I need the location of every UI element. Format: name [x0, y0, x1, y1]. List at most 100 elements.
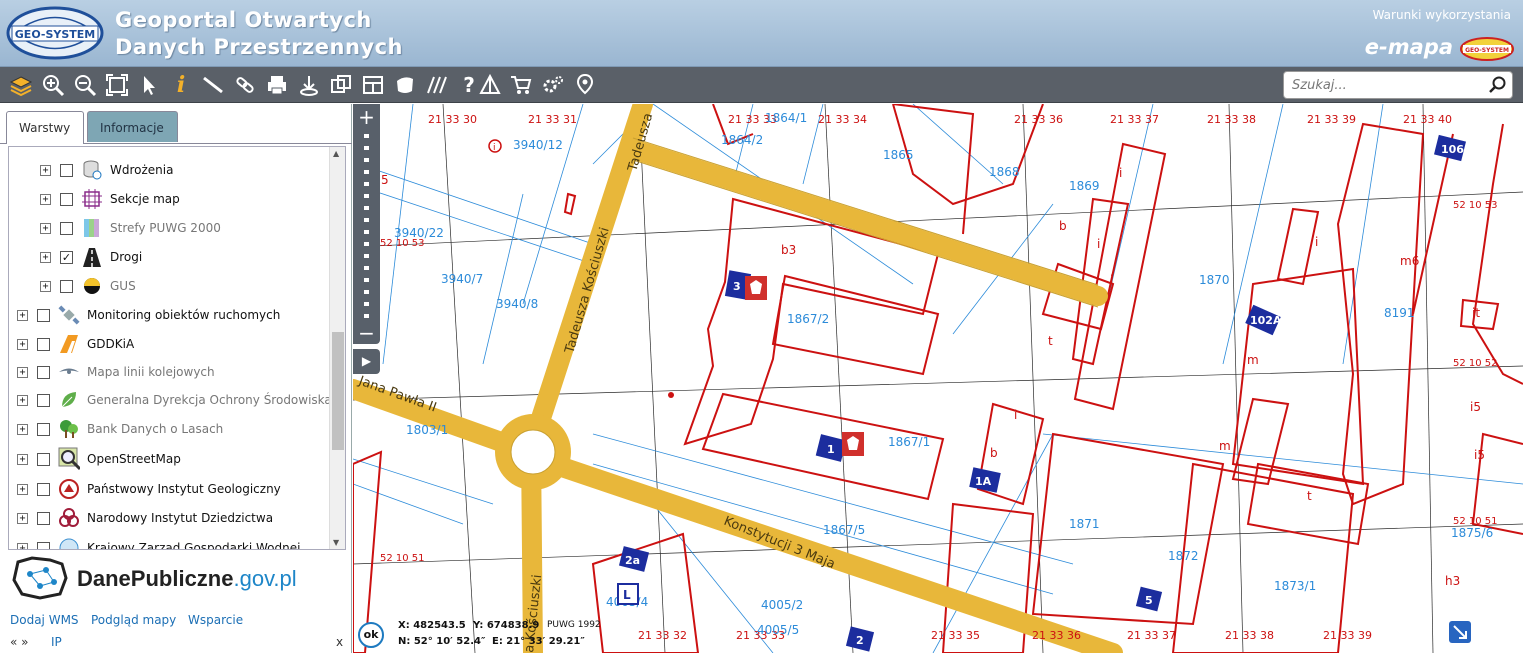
- expand-arrow-icon[interactable]: ▶: [353, 349, 380, 374]
- left-panel: Warstwy Informacje + Wdrożenia + Sekcje …: [0, 104, 352, 653]
- ok-button[interactable]: ok: [358, 622, 384, 648]
- osm-magnifier-icon: [58, 447, 80, 471]
- section-label: 21 33 39: [1323, 629, 1372, 642]
- expand-icon[interactable]: +: [17, 394, 28, 406]
- hatch-icon[interactable]: [423, 71, 451, 99]
- building-label: b: [990, 446, 998, 460]
- pointer-icon[interactable]: [135, 71, 163, 99]
- expand-icon[interactable]: +: [17, 542, 28, 549]
- layer-checkbox[interactable]: [37, 393, 50, 407]
- layer-checkbox[interactable]: [60, 221, 73, 235]
- building-label: m: [1247, 353, 1259, 367]
- zoom-slider[interactable]: [364, 134, 369, 324]
- cart-icon[interactable]: [507, 71, 535, 99]
- zoom-in-button[interactable]: +: [353, 106, 380, 128]
- layer-checkbox[interactable]: [37, 337, 50, 351]
- map-preview-link[interactable]: Podgląd mapy: [91, 613, 176, 627]
- layer-row[interactable]: + Państwowy Instytut Geologiczny: [17, 476, 281, 502]
- grid-sections-icon: [81, 188, 103, 210]
- layer-checkbox[interactable]: [37, 541, 50, 549]
- layer-checkbox[interactable]: [37, 482, 50, 496]
- copy-icon[interactable]: [327, 71, 355, 99]
- map-overview-icon[interactable]: [1449, 621, 1471, 643]
- expand-icon[interactable]: +: [17, 483, 28, 495]
- layer-row[interactable]: + Strefy PUWG 2000: [40, 215, 221, 241]
- settings-icon[interactable]: [539, 71, 567, 99]
- layer-row[interactable]: + Generalna Dyrekcja Ochrony Środowiska: [17, 387, 332, 413]
- layer-checkbox[interactable]: [60, 163, 73, 177]
- expand-icon[interactable]: +: [40, 164, 51, 176]
- link-icon[interactable]: [231, 71, 259, 99]
- layer-row[interactable]: + ✓ Drogi: [40, 244, 142, 270]
- tab-warstwy[interactable]: Warstwy: [6, 111, 84, 144]
- layer-checkbox[interactable]: [37, 452, 50, 466]
- support-link[interactable]: Wsparcie: [188, 613, 243, 627]
- expand-icon[interactable]: +: [40, 251, 51, 263]
- layer-checkbox[interactable]: [37, 308, 50, 322]
- shape-icon[interactable]: [391, 71, 419, 99]
- layer-checkbox[interactable]: ✓: [60, 250, 73, 264]
- print-icon[interactable]: [263, 71, 291, 99]
- layer-row[interactable]: + Wdrożenia: [40, 157, 173, 183]
- zoom-extent-icon[interactable]: [103, 71, 131, 99]
- layer-row[interactable]: + Bank Danych o Lasach: [17, 416, 223, 442]
- download-icon[interactable]: [295, 71, 323, 99]
- cadastral-map: Tadeusza Tadeusza Kościuszki Jana Pawła …: [353, 104, 1523, 653]
- layer-tree-scrollbar[interactable]: ▲ ▼: [329, 147, 345, 549]
- layer-row[interactable]: + GUS: [40, 273, 136, 299]
- zoom-out-icon[interactable]: [71, 71, 99, 99]
- layer-checkbox[interactable]: [37, 365, 50, 379]
- map-canvas[interactable]: Tadeusza Tadeusza Kościuszki Jana Pawła …: [353, 104, 1523, 653]
- poland-map-icon: [12, 556, 68, 600]
- layer-row[interactable]: + Krajowy Zarząd Gospodarki Wodnej: [17, 535, 300, 549]
- danepubliczne-banner[interactable]: DanePubliczne.gov.pl: [10, 554, 344, 604]
- layer-checkbox[interactable]: [37, 422, 50, 436]
- gddkia-icon: [58, 333, 80, 355]
- building-label: b3: [781, 243, 796, 257]
- app-title-line1: Geoportal Otwartych: [115, 8, 372, 32]
- scrollbar-thumb[interactable]: [332, 332, 344, 450]
- parcel-label: 4005/2: [761, 598, 803, 612]
- expand-icon[interactable]: +: [17, 338, 28, 350]
- triangle-icon[interactable]: [476, 71, 504, 99]
- expand-icon[interactable]: +: [17, 453, 28, 465]
- expand-icon[interactable]: +: [17, 366, 28, 378]
- search-icon[interactable]: [1488, 75, 1508, 95]
- layer-row[interactable]: + Mapa linii kolejowych: [17, 359, 215, 385]
- expand-icon[interactable]: +: [40, 222, 51, 234]
- layout-icon[interactable]: [359, 71, 387, 99]
- building-label: m: [1219, 439, 1231, 453]
- expand-icon[interactable]: +: [17, 512, 28, 524]
- layer-row[interactable]: + Narodowy Instytut Dziedzictwa: [17, 505, 273, 531]
- expand-icon[interactable]: +: [40, 280, 51, 292]
- terms-link[interactable]: Warunki wykorzystania: [1373, 8, 1511, 22]
- info-icon[interactable]: i: [167, 71, 195, 99]
- layer-row[interactable]: + Monitoring obiektów ruchomych: [17, 302, 280, 328]
- layers-icon[interactable]: [7, 71, 35, 99]
- add-wms-link[interactable]: Dodaj WMS: [10, 613, 79, 627]
- layer-checkbox[interactable]: [60, 192, 73, 206]
- water-icon: [58, 537, 80, 549]
- building-label: i: [1014, 408, 1017, 422]
- expand-icon[interactable]: +: [17, 309, 28, 321]
- close-panel-button[interactable]: x: [336, 635, 343, 649]
- location-icon[interactable]: [571, 71, 599, 99]
- nav-arrows[interactable]: « »: [10, 635, 29, 649]
- tab-informacje[interactable]: Informacje: [87, 111, 178, 142]
- search-input[interactable]: [1292, 75, 1482, 95]
- layer-checkbox[interactable]: [60, 279, 73, 293]
- layer-row[interactable]: + Sekcje map: [40, 186, 180, 212]
- layer-row[interactable]: + OpenStreetMap: [17, 446, 181, 472]
- layer-label: OpenStreetMap: [87, 452, 181, 466]
- zoom-in-icon[interactable]: [39, 71, 67, 99]
- railway-icon: [58, 361, 80, 383]
- zoom-out-button[interactable]: −: [353, 322, 380, 344]
- layer-checkbox[interactable]: [37, 511, 50, 525]
- ip-link[interactable]: IP: [51, 635, 62, 649]
- measure-icon[interactable]: [199, 71, 227, 99]
- house-number: 1: [827, 443, 835, 456]
- expand-icon[interactable]: +: [17, 423, 28, 435]
- brand-label: e-mapa: [1364, 35, 1453, 59]
- layer-row[interactable]: + GDDKiA: [17, 331, 134, 357]
- expand-icon[interactable]: +: [40, 193, 51, 205]
